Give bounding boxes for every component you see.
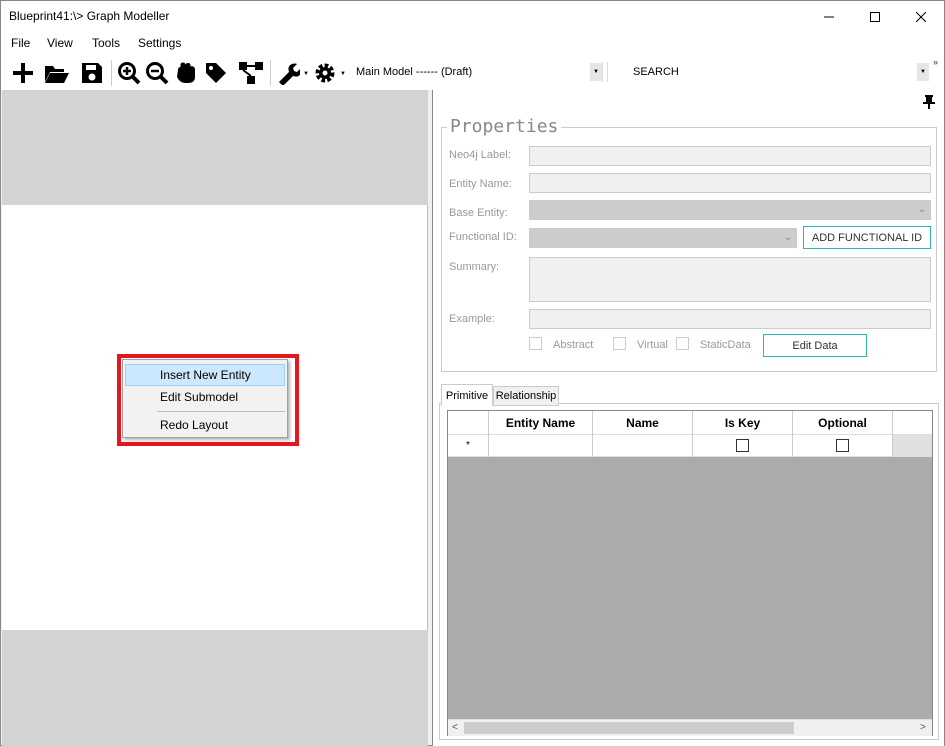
- window-title: Blueprint41:\> Graph Modeller: [9, 9, 170, 23]
- add-icon[interactable]: [9, 59, 37, 87]
- scroll-right-icon[interactable]: >: [920, 722, 926, 733]
- search-combo[interactable]: SEARCH ▼: [607, 62, 929, 82]
- layout-tree-icon[interactable]: [237, 59, 265, 87]
- chevron-down-icon: ⌄: [783, 232, 792, 243]
- toolbar: ▼ ▼ Main Model ------ (Draft) ▼ SEARCH ▼…: [1, 55, 944, 90]
- wrench-icon[interactable]: [274, 59, 302, 87]
- column-header-extra: [893, 411, 932, 435]
- cell-entity-name[interactable]: [489, 435, 593, 457]
- horizontal-scrollbar[interactable]: < >: [448, 719, 932, 736]
- example-label: Example:: [449, 313, 495, 325]
- is-key-checkbox[interactable]: [736, 439, 749, 452]
- menu-tools[interactable]: Tools: [92, 36, 120, 50]
- tab-relationship[interactable]: Relationship: [493, 386, 559, 406]
- summary-field[interactable]: [529, 257, 931, 302]
- menu-settings[interactable]: Settings: [138, 36, 181, 50]
- minimize-button[interactable]: [806, 1, 852, 32]
- toolbar-separator: [270, 60, 271, 86]
- context-menu-insert-new-entity[interactable]: Insert New Entity: [125, 364, 285, 386]
- abstract-checkbox-label: Abstract: [553, 339, 594, 351]
- properties-title: Properties: [447, 116, 562, 137]
- context-menu-edit-submodel[interactable]: Edit Submodel: [125, 386, 285, 408]
- functional-id-select[interactable]: ⌄: [529, 228, 797, 248]
- column-header-optional[interactable]: Optional: [793, 411, 893, 435]
- chevron-down-icon[interactable]: ▼: [917, 63, 929, 81]
- virtual-checkbox-label: Virtual: [637, 339, 668, 351]
- menu-bar: File View Tools Settings: [1, 32, 944, 55]
- edit-data-button[interactable]: Edit Data: [763, 334, 867, 357]
- tag-icon[interactable]: [202, 59, 230, 87]
- gear-dropdown-arrow[interactable]: ▼: [340, 71, 346, 77]
- staticdata-checkbox-label: StaticData: [700, 339, 751, 351]
- staticdata-checkbox[interactable]: [676, 337, 689, 350]
- base-entity-select[interactable]: ⌄: [529, 200, 931, 220]
- zoom-out-icon[interactable]: [143, 59, 171, 87]
- canvas-top-band: [2, 90, 428, 205]
- primitive-grid: Entity Name Name Is Key Optional * < >: [447, 410, 933, 736]
- title-bar: Blueprint41:\> Graph Modeller: [1, 1, 944, 32]
- search-placeholder: SEARCH: [633, 66, 679, 78]
- scrollbar-thumb[interactable]: [464, 722, 794, 734]
- virtual-checkbox[interactable]: [613, 337, 626, 350]
- grid-row-header-corner: [448, 411, 489, 435]
- chevron-down-icon: ⌄: [917, 204, 926, 215]
- add-functional-id-button[interactable]: ADD FUNCTIONAL ID: [803, 226, 931, 249]
- toolbar-separator: [111, 60, 112, 86]
- chevron-down-icon[interactable]: ▼: [590, 63, 602, 81]
- neo4j-label-field[interactable]: [529, 146, 931, 166]
- menu-file[interactable]: File: [11, 36, 30, 50]
- context-menu-redo-layout[interactable]: Redo Layout: [125, 414, 285, 436]
- column-header-is-key[interactable]: Is Key: [693, 411, 793, 435]
- minimize-icon: [824, 16, 834, 17]
- abstract-checkbox[interactable]: [529, 337, 542, 350]
- pan-hand-icon[interactable]: [172, 59, 200, 87]
- scroll-left-icon[interactable]: <: [452, 722, 458, 733]
- properties-panel: Properties Neo4j Label: Entity Name: Bas…: [432, 90, 944, 746]
- canvas-bottom-band: [2, 630, 428, 746]
- model-select[interactable]: Main Model ------ (Draft) ▼: [351, 62, 603, 82]
- close-button[interactable]: [898, 1, 944, 32]
- context-menu: Insert New Entity Edit Submodel Redo Lay…: [122, 359, 288, 438]
- cell-name[interactable]: [593, 435, 693, 457]
- tab-primitive[interactable]: Primitive: [441, 384, 493, 406]
- pin-icon[interactable]: [922, 95, 936, 112]
- entity-name-field[interactable]: [529, 173, 931, 193]
- new-row-marker: *: [448, 435, 489, 457]
- example-field[interactable]: [529, 309, 931, 329]
- summary-label: Summary:: [449, 261, 500, 273]
- open-folder-icon[interactable]: [43, 59, 71, 87]
- column-header-entity-name[interactable]: Entity Name: [489, 411, 593, 435]
- save-icon[interactable]: [78, 59, 106, 87]
- menu-view[interactable]: View: [47, 36, 73, 50]
- entity-name-label: Entity Name:: [449, 178, 512, 190]
- model-select-value: Main Model ------ (Draft): [356, 66, 473, 78]
- grid-header: Entity Name Name Is Key Optional: [448, 411, 932, 435]
- maximize-icon: [870, 11, 880, 22]
- column-header-name[interactable]: Name: [593, 411, 693, 435]
- cell-is-key[interactable]: [693, 435, 793, 457]
- wrench-dropdown-arrow[interactable]: ▼: [303, 71, 309, 77]
- optional-checkbox[interactable]: [836, 439, 849, 452]
- gear-icon[interactable]: [311, 59, 339, 87]
- close-icon: [916, 11, 926, 22]
- neo4j-label-label: Neo4j Label:: [449, 149, 511, 161]
- maximize-button[interactable]: [852, 1, 898, 32]
- table-row[interactable]: *: [448, 435, 932, 457]
- functional-id-label: Functional ID:: [449, 231, 517, 243]
- cell-extra[interactable]: [893, 435, 932, 457]
- zoom-in-icon[interactable]: [115, 59, 143, 87]
- base-entity-label: Base Entity:: [449, 207, 508, 219]
- context-menu-separator: [157, 411, 285, 412]
- app-window: Blueprint41:\> Graph Modeller File View …: [0, 0, 945, 746]
- cell-optional[interactable]: [793, 435, 893, 457]
- toolbar-overflow-icon[interactable]: »: [933, 57, 938, 67]
